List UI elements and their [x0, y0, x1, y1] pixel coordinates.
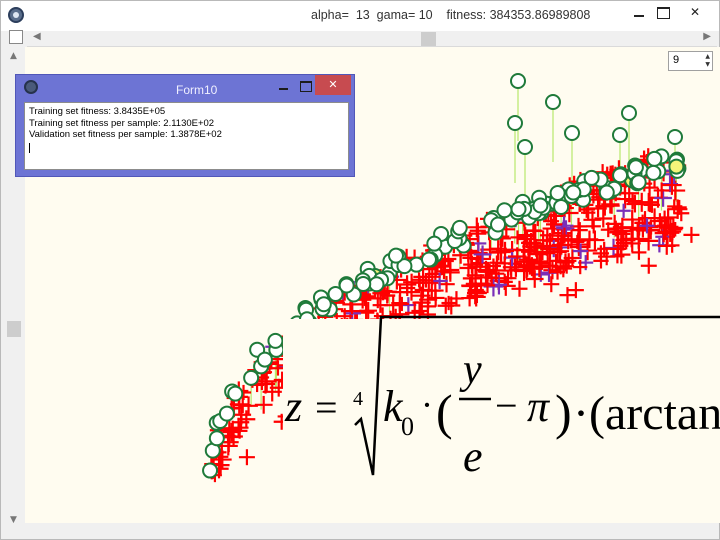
circle-marker — [668, 158, 685, 175]
circle-marker — [667, 129, 683, 145]
main-window: alpha= 13 gama= 10 fitness: 384353.86989… — [0, 0, 720, 540]
cross-marker — [394, 296, 409, 312]
circle-marker — [517, 139, 533, 155]
circle-marker — [208, 430, 225, 447]
circle-marker — [315, 296, 332, 313]
close-button[interactable]: ✕ — [673, 3, 717, 23]
memo-line-training-fitness: Training set fitness: 3.8435E+05 — [29, 106, 166, 117]
circle-marker — [202, 462, 219, 479]
formula-arctan: ·(arctan — [573, 387, 720, 440]
window-title: alpha= 13 gama= 10 fitness: 384353.86989… — [311, 8, 591, 22]
circle-marker — [621, 105, 637, 121]
cross-marker — [571, 222, 588, 239]
formula-paren-close: ) — [555, 384, 572, 440]
spin-edit[interactable]: 9 ▲ ▼ — [668, 51, 713, 71]
circle-marker — [545, 94, 561, 110]
circle-marker — [510, 201, 527, 218]
scroll-up-icon[interactable]: ▲ — [10, 51, 17, 61]
formula-k-subscript: 0 — [401, 412, 414, 441]
cross-marker — [631, 244, 647, 260]
vertical-scroll-thumb[interactable] — [7, 321, 21, 337]
form10-title: Form10 — [176, 83, 218, 97]
scroll-down-icon[interactable]: ▼ — [10, 515, 17, 525]
form10-maximize-button[interactable] — [297, 78, 313, 94]
circle-marker — [267, 332, 284, 349]
formula-lhs: z — [284, 382, 302, 431]
spin-value[interactable]: 9 — [673, 54, 679, 66]
circle-marker — [256, 351, 273, 368]
circle-marker — [612, 167, 629, 184]
horizontal-scrollbar[interactable]: ◀ ▶ — [27, 31, 717, 47]
cross-marker — [683, 226, 700, 243]
circle-marker — [426, 235, 443, 252]
circle-marker — [564, 125, 580, 141]
cross-marker — [667, 199, 688, 219]
circle-marker — [510, 73, 526, 89]
form10-memo[interactable]: Training set fitness: 3.8435E+05 Trainin… — [24, 102, 349, 170]
circle-marker — [565, 184, 582, 201]
maximize-button[interactable] — [653, 3, 673, 23]
formula-paren-open: ( — [436, 384, 453, 440]
horizontal-scroll-thumb[interactable] — [421, 32, 436, 46]
spin-down-icon[interactable]: ▼ — [705, 61, 710, 69]
app-icon[interactable] — [8, 7, 24, 23]
circle-marker — [496, 202, 513, 219]
circle-marker — [243, 369, 260, 386]
circle-marker — [532, 197, 549, 214]
formula-numerator: y — [459, 347, 482, 393]
cross-marker — [640, 257, 657, 274]
minimize-button[interactable] — [629, 3, 649, 23]
title-bar[interactable]: alpha= 13 gama= 10 fitness: 384353.86989… — [1, 1, 719, 31]
circle-marker — [646, 150, 663, 167]
formula: z = 4 k 0 · ( y e − π ) ·(arctan — [283, 315, 720, 523]
scroll-left-icon[interactable]: ◀ — [33, 31, 41, 42]
memo-line-training-per-sample: Training set fitness per sample: 2.1130E… — [29, 117, 215, 129]
form10-minimize-button[interactable] — [276, 78, 292, 94]
circle-marker — [645, 164, 662, 181]
formula-equals: = — [315, 385, 338, 430]
circle-marker — [420, 251, 437, 268]
circle-marker — [355, 276, 372, 293]
toggle-checkbox[interactable] — [9, 30, 23, 44]
circle-marker — [612, 127, 628, 143]
circle-marker — [227, 385, 244, 402]
cross-marker — [238, 449, 255, 466]
form10-icon[interactable] — [24, 80, 38, 94]
cross-marker — [511, 280, 528, 297]
text-caret — [29, 142, 30, 153]
circle-marker — [218, 405, 235, 422]
close-icon: ✕ — [328, 78, 338, 91]
spin-up-icon[interactable]: ▲ — [705, 53, 710, 61]
scroll-right-icon[interactable]: ▶ — [703, 31, 711, 42]
formula-dot-1: · — [421, 385, 433, 425]
memo-line-validation-per-sample: Validation set fitness per sample: 1.387… — [29, 129, 222, 140]
close-icon: ✕ — [689, 5, 701, 19]
circle-marker — [490, 216, 507, 233]
formula-root-index: 4 — [353, 388, 363, 410]
cross-marker — [392, 284, 409, 301]
formula-pi: π — [527, 382, 551, 431]
circle-marker — [553, 198, 570, 215]
circle-marker — [630, 174, 647, 191]
circle-marker — [583, 169, 600, 186]
circle-marker — [368, 276, 385, 293]
circle-marker — [451, 219, 468, 236]
form10-close-button[interactable]: ✕ — [315, 75, 351, 95]
form10-window[interactable]: Form10 ✕ Training set fitness: 3.8435E+0… — [15, 74, 355, 177]
circle-marker — [598, 184, 615, 201]
formula-denominator: e — [463, 432, 483, 481]
circle-marker — [327, 285, 344, 302]
circle-marker — [627, 159, 644, 176]
circle-marker — [507, 115, 523, 131]
circle-marker — [549, 185, 566, 202]
formula-minus: − — [495, 383, 518, 428]
circle-marker — [387, 247, 404, 264]
